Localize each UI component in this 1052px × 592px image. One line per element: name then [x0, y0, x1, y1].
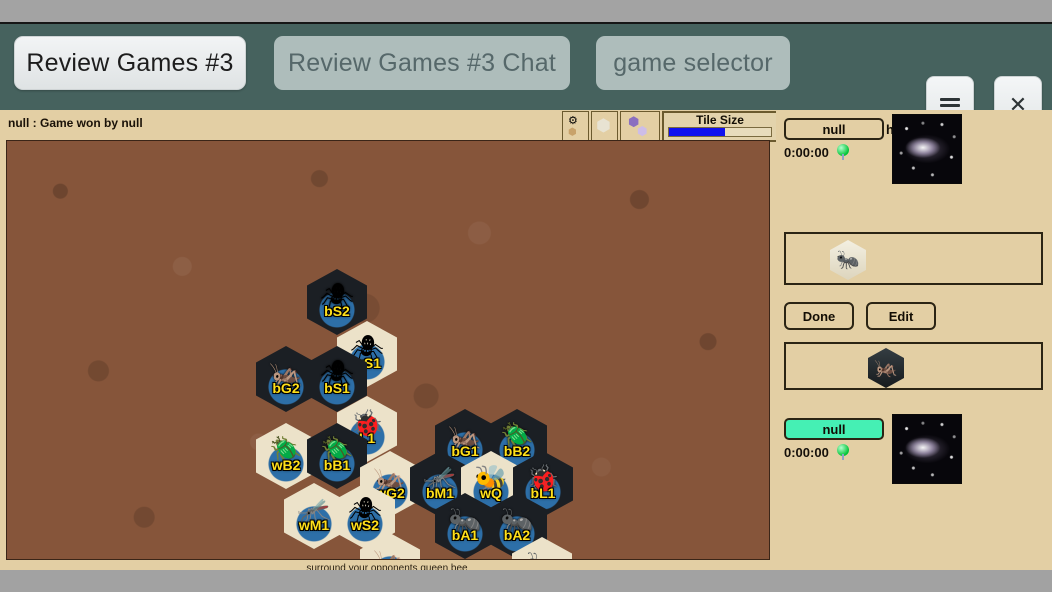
player-2-avatar	[892, 414, 962, 484]
tile-code-label: bS1	[324, 380, 350, 396]
tile-code-label: bB1	[323, 457, 351, 473]
os-title-bar	[0, 0, 1052, 24]
tile-size-control[interactable]: Tile Size	[662, 110, 778, 142]
board-toolbar: ⚙ ⬢ ⬢ ⬢ ⬢ Tile Size	[562, 110, 778, 142]
pieces-icon: ⚙	[568, 115, 578, 127]
tile-code-label: bL1	[530, 485, 556, 501]
tile-code-label: bB2	[503, 443, 531, 459]
ant-icon: 🐜	[836, 250, 860, 271]
board-view-icon-2: ⬢	[637, 124, 648, 138]
tab-label: Review Games #3 Chat	[287, 48, 556, 77]
tile-small-icon: ⬢	[568, 127, 577, 138]
tab-review-games[interactable]: Review Games #3	[14, 36, 246, 90]
pieces-icon-button[interactable]: ⚙ ⬢	[562, 111, 589, 141]
player-1-clock: 0:00:00	[784, 144, 829, 160]
white-tile-icon-button[interactable]: ⬢	[591, 111, 618, 141]
tile-code-label: bM1	[426, 485, 454, 501]
game-status-line: null : Game won by null	[8, 116, 143, 130]
done-button[interactable]: Done	[784, 302, 854, 330]
player-1-name[interactable]: null	[784, 118, 884, 140]
os-footer-bar	[0, 570, 1052, 592]
tile-size-slider-fill	[669, 127, 726, 136]
board-view-icon-button[interactable]: ⬢ ⬢	[620, 111, 660, 141]
player-2-name[interactable]: null	[784, 418, 884, 440]
edit-button[interactable]: Edit	[866, 302, 936, 330]
tab-label: Review Games #3	[26, 48, 234, 77]
green-pin-icon	[836, 144, 849, 160]
player-2-clock-row: 0:00:00	[784, 444, 849, 460]
app-root: Review Games #3 Review Games #3 Chat gam…	[0, 0, 1052, 592]
grasshopper-icon: 🦗	[874, 358, 898, 379]
tile-code-label: wQ	[480, 485, 502, 501]
tab-label: game selector	[613, 48, 773, 77]
player-2-clock: 0:00:00	[784, 444, 829, 460]
game-board[interactable]: 🕷bS2🕷wS1🦗bG2🕷bS1🐞L1🪲wB2🪲bB1🦗wG2🦗bG1🪲bB2🦟…	[6, 140, 770, 560]
tab-game-selector[interactable]: game selector	[596, 36, 790, 90]
tray-tile-black-grasshopper[interactable]: 🦗	[868, 348, 904, 388]
tile-code-label: wS2	[350, 517, 379, 533]
black-tile-tray[interactable]: 🦗	[784, 342, 1043, 390]
side-panel: null h 0:00:00 🐜 Done Edit 🦗 null 0:00:0…	[776, 110, 1052, 562]
tile-size-label: Tile Size	[696, 112, 744, 127]
tile-code-label: wB2	[271, 457, 301, 473]
tile-code-label: bG1	[451, 443, 479, 459]
green-pin-icon	[836, 444, 849, 460]
tile-size-slider[interactable]	[668, 126, 772, 137]
tile-code-label: bA1	[451, 527, 479, 543]
tile-code-label: bS2	[324, 303, 350, 319]
tab-review-games-chat[interactable]: Review Games #3 Chat	[274, 36, 570, 90]
player-1-clock-row: 0:00:00	[784, 144, 849, 160]
player-1-avatar	[892, 114, 962, 184]
white-tile-tray[interactable]: 🐜	[784, 232, 1043, 285]
tile-code-label: bG2	[272, 380, 300, 396]
board-tile-bs2[interactable]: 🕷 bS2	[307, 269, 367, 335]
tile-code-label: wM1	[298, 517, 330, 533]
tab-bar: Review Games #3 Review Games #3 Chat gam…	[0, 24, 1052, 134]
tray-tile-white-ant[interactable]: 🐜	[830, 240, 866, 280]
white-tile-icon: ⬢	[596, 116, 611, 135]
tile-code-label: bA2	[503, 527, 531, 543]
